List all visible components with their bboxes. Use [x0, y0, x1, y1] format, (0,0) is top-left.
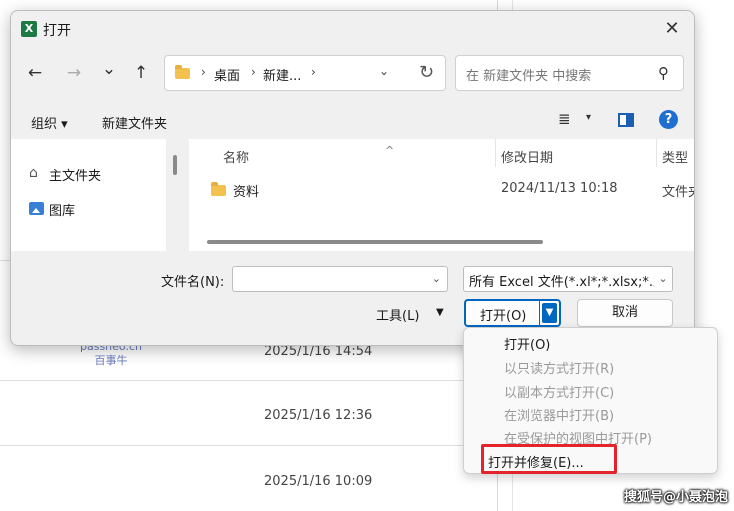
address-bar[interactable]: › 桌面 › 新建... › ⌄ ↻ — [164, 55, 446, 91]
command-bar: 组织 ▾ 新建文件夹 ≣ ▾ ? — [11, 105, 694, 139]
sort-up-icon: ^ — [385, 144, 395, 157]
navigation-bar: ← → ⌄ ↑ › 桌面 › 新建... › ⌄ ↻ 在 新建文件夹 中搜索 ⚲ — [11, 51, 694, 95]
file-type: 文件夹 — [662, 185, 694, 200]
column-header-label: 名称 — [223, 151, 250, 166]
filetype-select[interactable]: 所有 Excel 文件(*.xl*;*.xlsx;*.xlsm ⌄ — [463, 266, 673, 292]
breadcrumb-separator: › — [251, 65, 256, 79]
excel-app-icon: X — [21, 21, 37, 37]
home-icon: ⌂ — [29, 165, 38, 181]
search-placeholder: 在 新建文件夹 中搜索 — [466, 69, 592, 84]
chevron-down-icon[interactable]: ⌄ — [654, 267, 672, 291]
chevron-down-icon[interactable]: ⌄ — [432, 272, 441, 285]
open-file-dialog: X 打开 ✕ ← → ⌄ ↑ › 桌面 › 新建... › ⌄ ↻ 在 新建文件… — [10, 10, 695, 346]
menu-item-open-readonly[interactable]: 以只读方式打开(R) — [504, 358, 614, 377]
corner-watermark: 搜狐号@小聂泡泡 — [623, 490, 728, 505]
background-date: 2025/1/16 10:09 — [264, 474, 373, 489]
navigation-scrollbar[interactable] — [173, 155, 177, 175]
gallery-icon — [29, 202, 44, 215]
column-header-name[interactable]: ^ 名称 — [223, 144, 394, 166]
breadcrumb-separator: › — [201, 65, 206, 79]
row-divider — [0, 445, 497, 446]
breadcrumb-separator: › — [311, 65, 316, 79]
help-icon[interactable]: ? — [659, 110, 678, 129]
filename-label: 文件名(N): — [161, 275, 225, 290]
back-arrow-icon[interactable]: ← — [25, 63, 45, 83]
view-caret-icon[interactable]: ▾ — [586, 112, 591, 123]
file-row[interactable]: 资料 2024/11/13 10:18 文件夹 — [189, 177, 694, 201]
nav-item-home[interactable]: ⌂ 主文件夹 — [29, 165, 102, 184]
split-divider — [539, 301, 540, 325]
row-divider — [0, 380, 497, 381]
filename-input[interactable]: ⌄ — [232, 266, 448, 292]
forward-arrow-icon[interactable]: → — [64, 63, 84, 83]
organize-button[interactable]: 组织 ▾ — [31, 113, 68, 132]
file-date: 2024/11/13 10:18 — [501, 181, 618, 196]
column-divider[interactable] — [495, 139, 496, 167]
cancel-button[interactable]: 取消 — [577, 299, 673, 327]
menu-item-open-as-copy[interactable]: 以副本方式打开(C) — [504, 382, 614, 401]
background-date: 2025/1/16 12:36 — [264, 408, 373, 423]
up-arrow-icon[interactable]: ↑ — [131, 63, 151, 83]
search-icon[interactable]: ⚲ — [658, 64, 669, 82]
navigation-pane: ⌂ 主文件夹 图库 — [11, 139, 166, 251]
filetype-value: 所有 Excel 文件(*.xl*;*.xlsx;*.xlsm — [469, 275, 673, 290]
view-options-icon[interactable]: ≣ — [558, 110, 571, 128]
file-name: 资料 — [233, 185, 260, 200]
file-list: ^ 名称 修改日期 类型 资料 2024/11/13 10:18 文件夹 — [189, 139, 694, 251]
dialog-titlebar: X 打开 ✕ — [11, 11, 694, 47]
nav-item-label: 图库 — [49, 204, 76, 219]
menu-item-open-in-browser[interactable]: 在浏览器中打开(B) — [504, 405, 614, 424]
menu-item-open[interactable]: 打开(O) — [504, 334, 550, 353]
nav-item-gallery[interactable]: 图库 — [29, 200, 76, 219]
column-header-type[interactable]: 类型 — [662, 147, 688, 166]
column-divider[interactable] — [656, 139, 657, 167]
column-header-date[interactable]: 修改日期 — [501, 147, 553, 166]
refresh-icon[interactable]: ↻ — [419, 62, 434, 83]
open-button-label[interactable]: 打开(O) — [480, 305, 526, 324]
horizontal-scrollbar[interactable] — [207, 240, 543, 244]
address-dropdown-chevron-icon[interactable]: ⌄ — [379, 64, 389, 78]
close-button[interactable]: ✕ — [660, 17, 684, 41]
breadcrumb-new-folder[interactable]: 新建... — [263, 65, 301, 84]
folder-icon — [175, 65, 190, 79]
nav-item-label: 主文件夹 — [49, 169, 102, 184]
search-input[interactable]: 在 新建文件夹 中搜索 ⚲ — [455, 55, 684, 91]
tools-button[interactable]: 工具(L) — [376, 305, 419, 324]
preview-pane-icon[interactable] — [618, 113, 634, 127]
breadcrumb-desktop[interactable]: 桌面 — [214, 65, 240, 84]
tools-caret-icon[interactable]: ▼ — [436, 307, 444, 318]
background-date: 2025/1/16 14:54 — [264, 344, 373, 359]
open-options-arrow-icon[interactable]: ▼ — [542, 303, 557, 323]
new-folder-button[interactable]: 新建文件夹 — [102, 113, 167, 132]
dialog-title: 打开 — [43, 23, 71, 39]
highlight-annotation-box — [481, 444, 617, 474]
open-split-button[interactable]: 打开(O) ▼ — [464, 299, 561, 327]
folder-icon — [211, 182, 226, 196]
watermark-name-text: 百事牛 — [94, 354, 128, 367]
recent-locations-chevron-icon[interactable]: ⌄ — [99, 59, 119, 79]
